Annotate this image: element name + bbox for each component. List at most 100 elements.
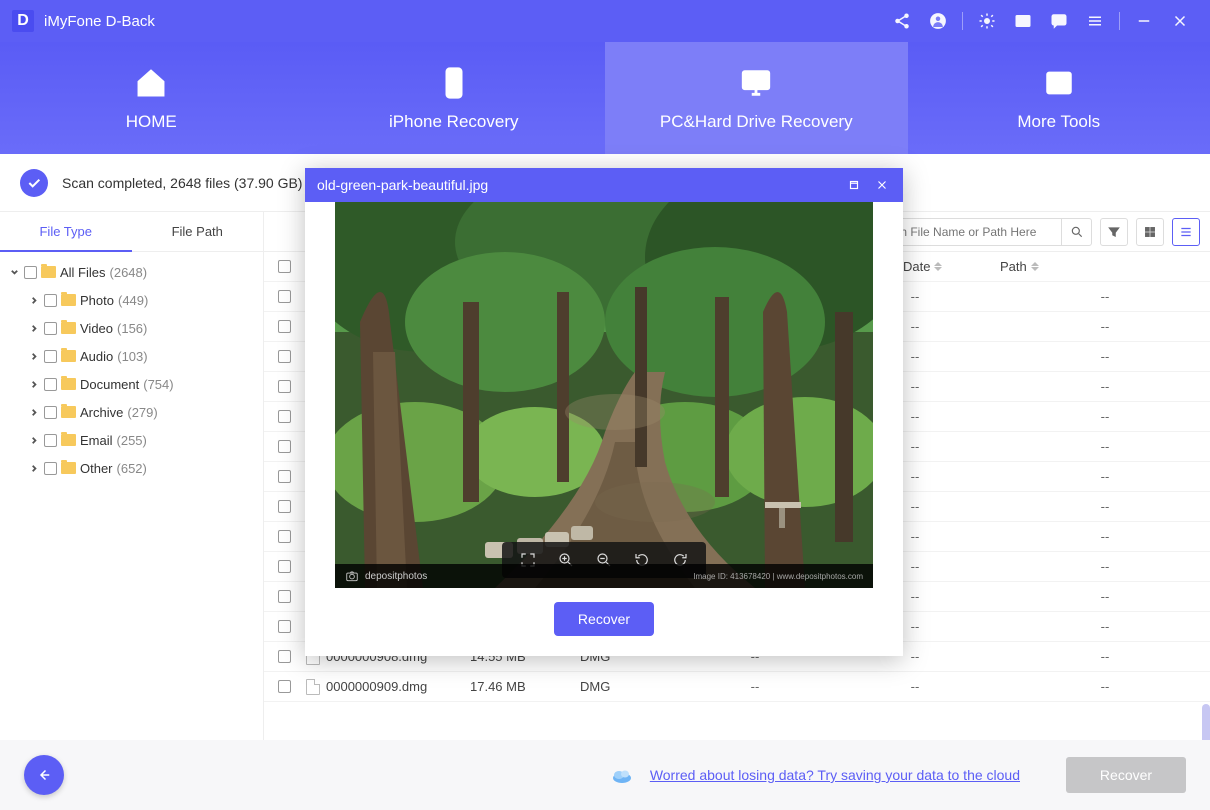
feedback-icon[interactable]	[1049, 11, 1069, 31]
tree-label: Document	[80, 377, 139, 392]
preview-dialog: old-green-park-beautiful.jpg	[305, 168, 903, 656]
grid-view-button[interactable]	[1136, 218, 1164, 246]
tree-count: (279)	[127, 405, 157, 420]
file-path: --	[1000, 559, 1210, 574]
checkbox[interactable]	[278, 500, 291, 513]
checkbox[interactable]	[278, 290, 291, 303]
scrollbar[interactable]	[1202, 704, 1210, 740]
file-type: DMG	[580, 679, 680, 694]
file-created: --	[680, 679, 830, 694]
tree-label: Video	[80, 321, 113, 336]
preview-maximize-icon[interactable]	[845, 176, 863, 194]
tree-label: All Files	[60, 265, 106, 280]
checkbox[interactable]	[278, 380, 291, 393]
watermark-bar: depositphotos Image ID: 413678420 | www.…	[335, 564, 873, 588]
file-path: --	[1000, 469, 1210, 484]
checkbox[interactable]	[278, 530, 291, 543]
sidebar-tab-filetype[interactable]: File Type	[0, 212, 132, 252]
tree-label: Other	[80, 461, 113, 476]
tree-item[interactable]: Archive (279)	[0, 398, 263, 426]
checkbox[interactable]	[278, 650, 291, 663]
checkbox[interactable]	[278, 320, 291, 333]
file-path: --	[1000, 499, 1210, 514]
forest-image	[335, 202, 873, 588]
list-view-button[interactable]	[1172, 218, 1200, 246]
checkbox[interactable]	[278, 590, 291, 603]
watermark-meta: Image ID: 413678420 | www.depositphotos.…	[693, 572, 863, 581]
home-icon	[132, 64, 170, 102]
phone-reload-icon	[435, 64, 473, 102]
account-icon[interactable]	[928, 11, 948, 31]
checkbox[interactable]	[44, 462, 57, 475]
minimize-icon[interactable]	[1134, 11, 1154, 31]
checkbox[interactable]	[278, 410, 291, 423]
checkbox[interactable]	[24, 266, 37, 279]
mail-icon[interactable]	[1013, 11, 1033, 31]
camera-icon	[345, 569, 359, 583]
file-path: --	[1000, 289, 1210, 304]
watermark-brand: depositphotos	[365, 571, 427, 582]
file-path: --	[1000, 409, 1210, 424]
file-path: --	[1000, 589, 1210, 604]
checkbox-all[interactable]	[278, 260, 291, 273]
checkbox[interactable]	[44, 406, 57, 419]
checkbox[interactable]	[44, 378, 57, 391]
preview-header: old-green-park-beautiful.jpg	[305, 168, 903, 202]
chevron-right-icon	[28, 378, 40, 390]
menu-icon[interactable]	[1085, 11, 1105, 31]
tab-pc-recovery[interactable]: PC&Hard Drive Recovery	[605, 42, 908, 154]
settings-icon[interactable]	[977, 11, 997, 31]
tree-item[interactable]: Audio (103)	[0, 342, 263, 370]
tab-more-tools[interactable]: More Tools	[908, 42, 1210, 154]
filter-button[interactable]	[1100, 218, 1128, 246]
checkbox[interactable]	[44, 350, 57, 363]
tree-count: (103)	[117, 349, 147, 364]
chevron-right-icon	[28, 350, 40, 362]
tree-label: Email	[80, 433, 113, 448]
tree-item[interactable]: Other (652)	[0, 454, 263, 482]
file-modified: --	[830, 679, 1000, 694]
checkbox[interactable]	[278, 350, 291, 363]
tree-item[interactable]: Video (156)	[0, 314, 263, 342]
cloud-link[interactable]: Worred about losing data? Try saving you…	[650, 767, 1020, 783]
tree-count: (652)	[117, 461, 147, 476]
checkbox[interactable]	[278, 470, 291, 483]
file-path: --	[1000, 619, 1210, 634]
col-path[interactable]: Path	[1000, 259, 1210, 274]
folder-icon	[61, 434, 76, 446]
file-name: 0000000909.dmg	[326, 679, 427, 694]
checkbox[interactable]	[278, 620, 291, 633]
share-icon[interactable]	[892, 11, 912, 31]
chevron-down-icon	[8, 266, 20, 278]
back-button[interactable]	[24, 755, 64, 795]
chevron-right-icon	[28, 434, 40, 446]
close-icon[interactable]	[1170, 11, 1190, 31]
preview-close-icon[interactable]	[873, 176, 891, 194]
checkbox[interactable]	[278, 440, 291, 453]
tree-label: Photo	[80, 293, 114, 308]
tree-count: (2648)	[110, 265, 148, 280]
preview-recover-button[interactable]: Recover	[554, 602, 654, 636]
table-row[interactable]: 0000000909.dmg17.46 MBDMG------	[264, 672, 1210, 702]
tree-label: Archive	[80, 405, 123, 420]
tab-iphone-recovery[interactable]: iPhone Recovery	[303, 42, 606, 154]
file-path: --	[1000, 439, 1210, 454]
recover-button-main[interactable]: Recover	[1066, 757, 1186, 793]
tree-item-all[interactable]: All Files (2648)	[0, 258, 263, 286]
sidebar-tab-filepath[interactable]: File Path	[132, 212, 264, 252]
checkbox[interactable]	[44, 322, 57, 335]
tab-home[interactable]: HOME	[0, 42, 303, 154]
search-button[interactable]	[1061, 219, 1091, 245]
folder-icon	[61, 322, 76, 334]
sidebar: File Type File Path All Files (2648) Pho…	[0, 212, 264, 740]
chevron-right-icon	[28, 294, 40, 306]
checkbox[interactable]	[278, 560, 291, 573]
tree-item[interactable]: Document (754)	[0, 370, 263, 398]
checkbox[interactable]	[44, 434, 57, 447]
chevron-right-icon	[28, 406, 40, 418]
checkbox[interactable]	[278, 680, 291, 693]
tab-pc-label: PC&Hard Drive Recovery	[660, 112, 853, 132]
tree-item[interactable]: Photo (449)	[0, 286, 263, 314]
tree-item[interactable]: Email (255)	[0, 426, 263, 454]
checkbox[interactable]	[44, 294, 57, 307]
